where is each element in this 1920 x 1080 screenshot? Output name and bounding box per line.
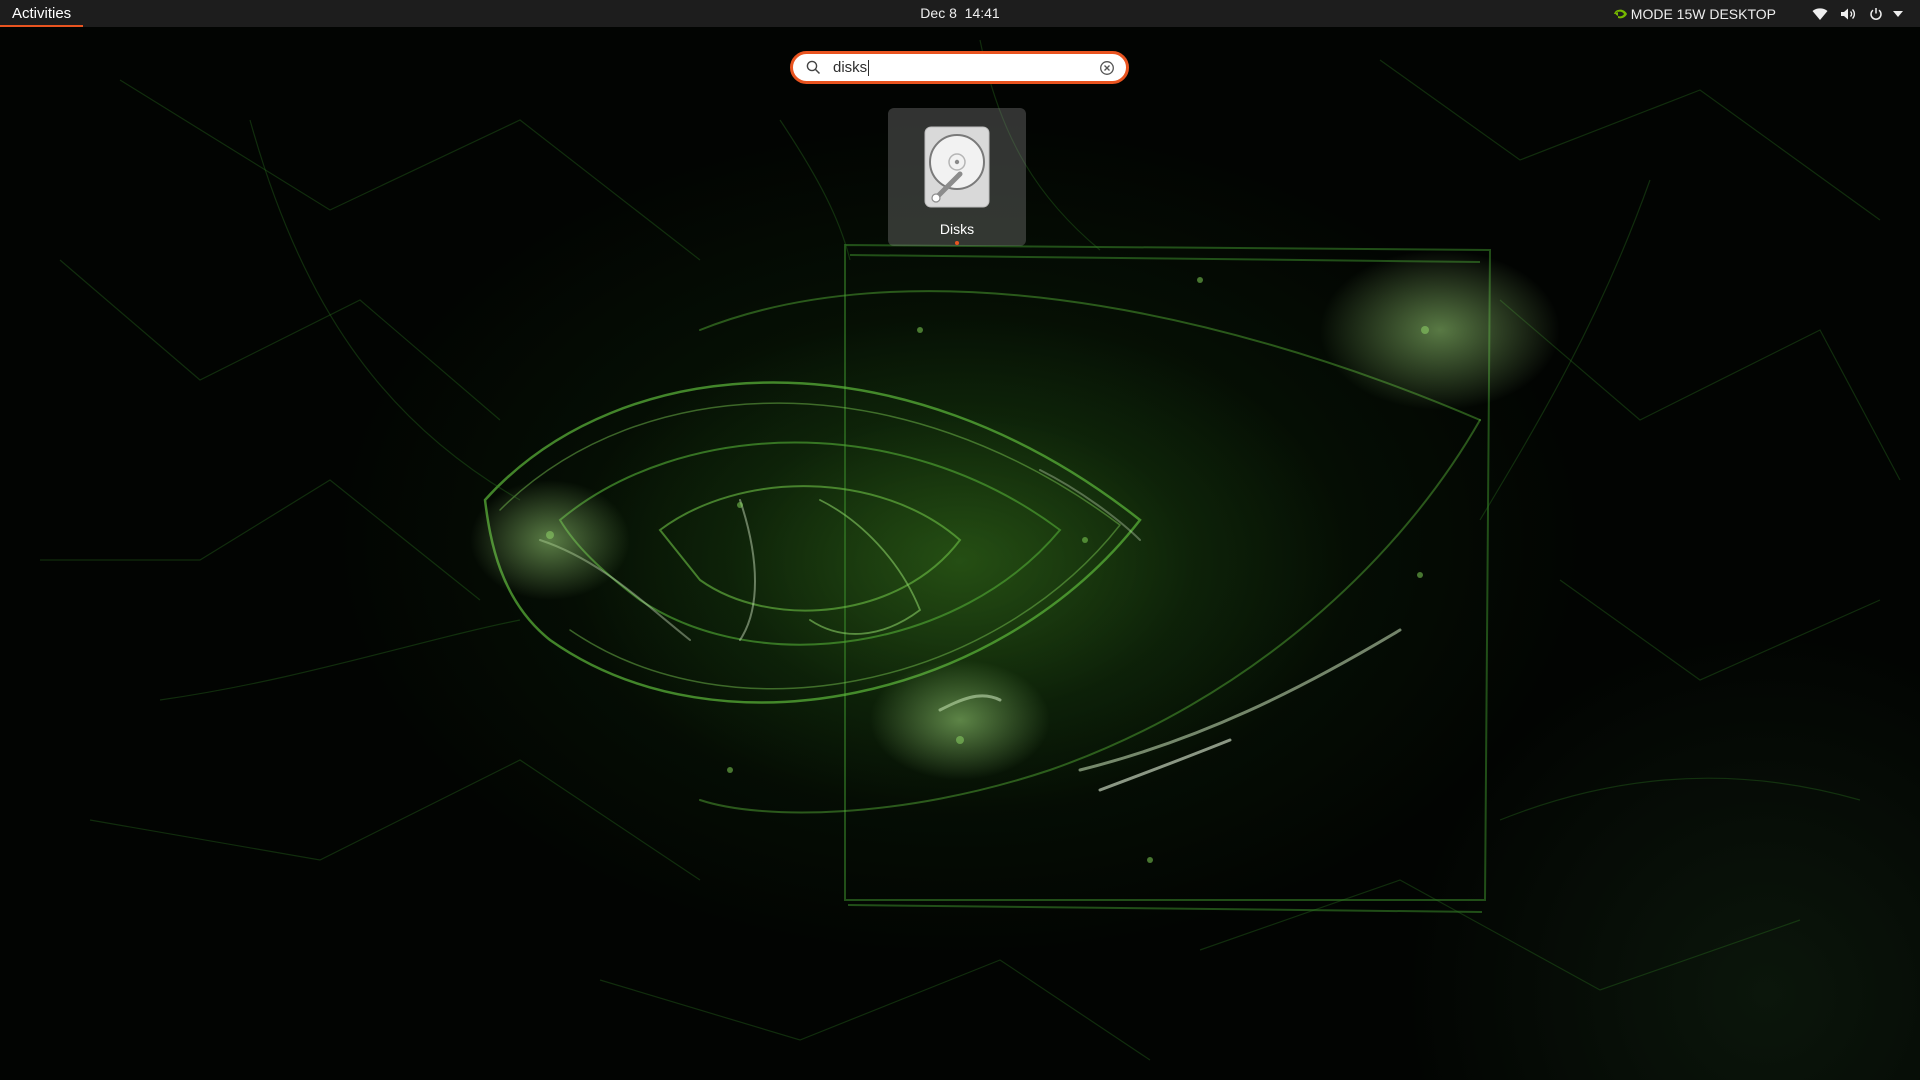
text-caret: [868, 59, 870, 76]
nvidia-icon: [1613, 9, 1627, 18]
system-tray: MODE 15W DESKTOP: [1612, 0, 1906, 27]
activities-button[interactable]: Activities: [0, 0, 84, 27]
search-icon: [803, 58, 823, 78]
clear-icon[interactable]: [1097, 58, 1117, 78]
network-wifi-icon[interactable]: [1806, 0, 1834, 27]
desktop: Activities Dec 8 14:41 MODE 15W DESKTOP: [0, 0, 1920, 1080]
power-mode-label: MODE 15W DESKTOP: [1630, 5, 1776, 22]
volume-icon[interactable]: [1834, 0, 1862, 27]
search-result-label: Disks: [939, 221, 975, 237]
running-indicator: [955, 241, 959, 245]
clock[interactable]: Dec 8 14:41: [920, 0, 999, 26]
chevron-down-icon[interactable]: [1890, 0, 1906, 27]
search-input[interactable]: disks: [833, 59, 1097, 76]
power-mode-indicator[interactable]: MODE 15W DESKTOP: [1612, 6, 1776, 22]
disks-app-icon: [924, 126, 990, 208]
power-icon[interactable]: [1862, 0, 1890, 27]
search-box[interactable]: disks: [790, 51, 1129, 84]
search-input-value: disks: [833, 59, 868, 76]
top-bar: Activities Dec 8 14:41 MODE 15W DESKTOP: [0, 0, 1920, 27]
search-result-disks[interactable]: Disks: [888, 108, 1026, 246]
